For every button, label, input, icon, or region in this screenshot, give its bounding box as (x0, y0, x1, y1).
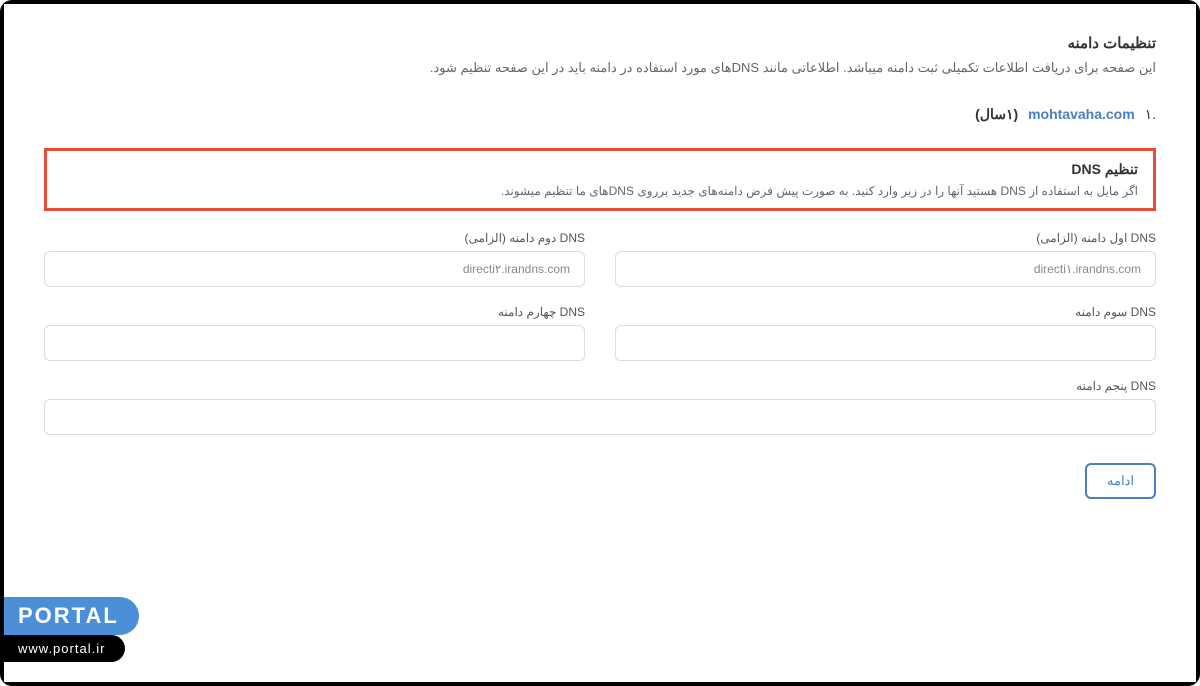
dns-description: اگر مایل به استفاده از DNS هستید آنها را… (62, 184, 1138, 198)
continue-button[interactable]: ادامه (1085, 463, 1156, 499)
page-description: این صفحه برای دریافت اطلاعات تکمیلی ثبت … (44, 60, 1156, 76)
form-group-dns3: DNS سوم دامنه (615, 305, 1156, 361)
dns3-input[interactable] (615, 325, 1156, 361)
dns3-label: DNS سوم دامنه (615, 305, 1156, 319)
dns1-label: DNS اول دامنه (الزامی) (615, 231, 1156, 245)
form-row-1: DNS اول دامنه (الزامی) DNS دوم دامنه (ال… (44, 231, 1156, 287)
domain-number: .۱ (1145, 106, 1156, 122)
dns-title: تنظیم DNS (62, 161, 1138, 178)
dns5-input[interactable] (44, 399, 1156, 435)
watermark-portal-label: PORTAL (4, 597, 139, 635)
dns-highlight-box: تنظیم DNS اگر مایل به استفاده از DNS هست… (44, 148, 1156, 211)
form-group-dns5: DNS پنجم دامنه (44, 379, 1156, 435)
dns-section: تنظیم DNS اگر مایل به استفاده از DNS هست… (44, 148, 1156, 499)
dns4-label: DNS چهارم دامنه (44, 305, 585, 319)
page-title: تنظیمات دامنه (44, 34, 1156, 52)
domain-item: .۱ mohtavaha.com (۱سال) (44, 106, 1156, 123)
form-row-2: DNS سوم دامنه DNS چهارم دامنه (44, 305, 1156, 361)
main-container: تنظیمات دامنه این صفحه برای دریافت اطلاع… (4, 4, 1196, 682)
watermark-url-label: www.portal.ir (4, 635, 125, 662)
dns5-label: DNS پنجم دامنه (44, 379, 1156, 393)
domain-year: (۱سال) (975, 106, 1018, 122)
watermark: PORTAL www.portal.ir (4, 597, 139, 662)
dns2-input[interactable] (44, 251, 585, 287)
form-group-dns4: DNS چهارم دامنه (44, 305, 585, 361)
domain-name: mohtavaha.com (1028, 106, 1135, 122)
form-row-3: DNS پنجم دامنه (44, 379, 1156, 435)
dns2-label: DNS دوم دامنه (الزامی) (44, 231, 585, 245)
dns4-input[interactable] (44, 325, 585, 361)
dns1-input[interactable] (615, 251, 1156, 287)
form-group-dns1: DNS اول دامنه (الزامی) (615, 231, 1156, 287)
form-group-dns2: DNS دوم دامنه (الزامی) (44, 231, 585, 287)
